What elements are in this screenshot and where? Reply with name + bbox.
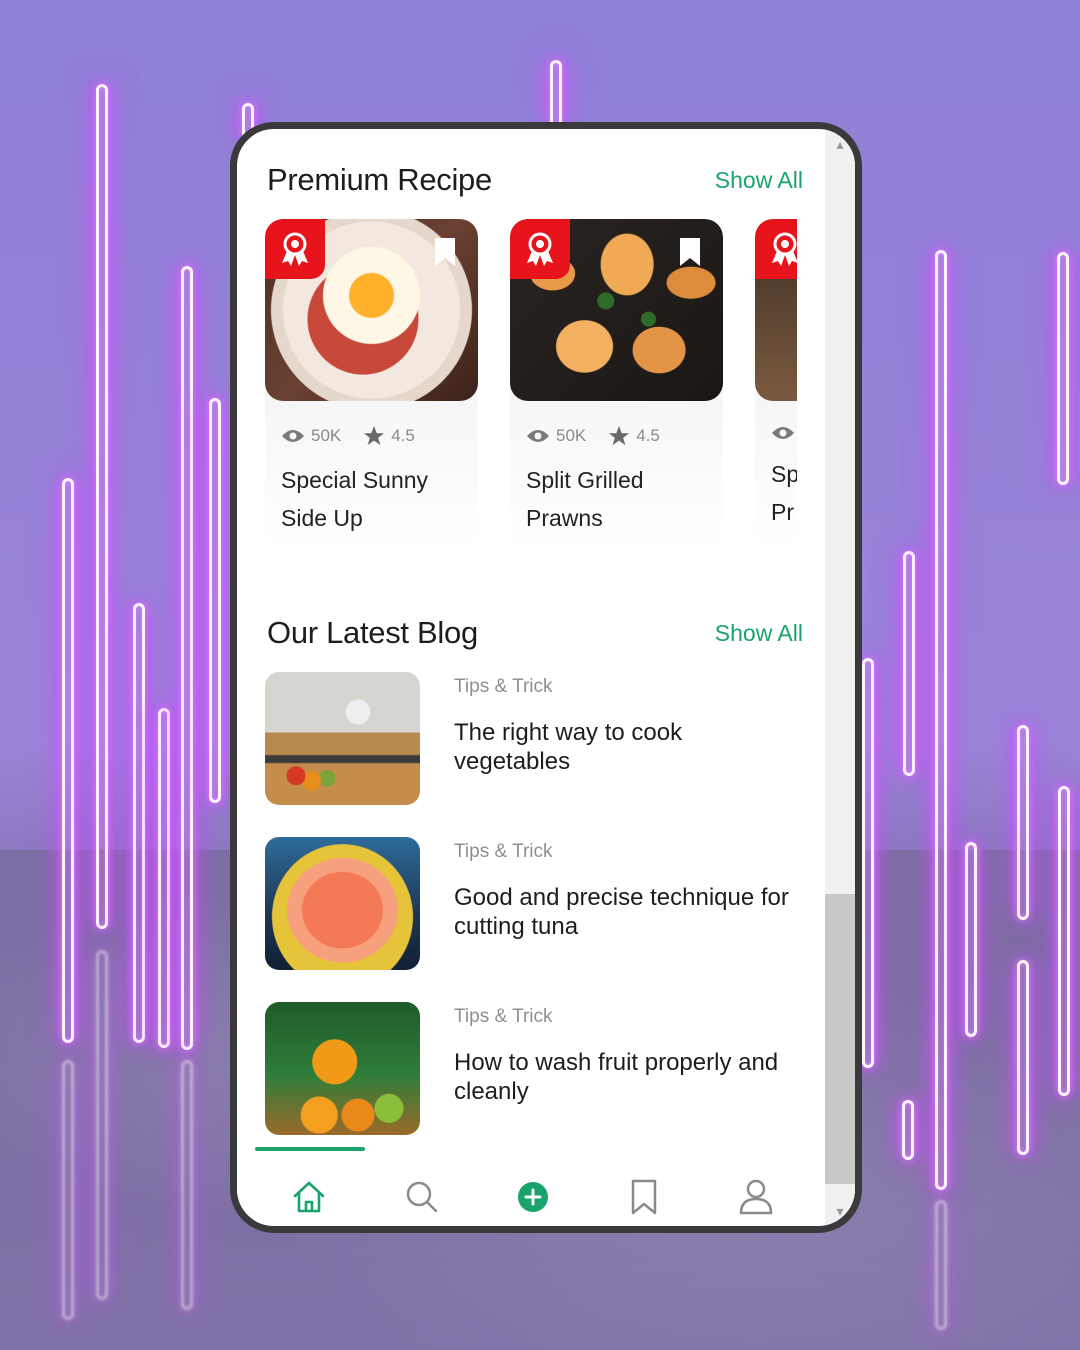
blog-show-all-link[interactable]: Show All	[715, 620, 803, 647]
active-tab-indicator	[255, 1147, 365, 1151]
section-title: Our Latest Blog	[267, 615, 478, 650]
views-stat: 50K	[281, 426, 341, 446]
blog-category: Tips & Trick	[454, 1006, 553, 1027]
recipe-image	[755, 219, 797, 401]
neon-reflection	[181, 1060, 193, 1310]
blog-title: Good and precise technique for cutting t…	[454, 884, 789, 940]
recipe-title-line: Sp	[771, 461, 797, 487]
scrollbar-thumb[interactable]	[825, 894, 855, 1184]
eye-icon	[282, 430, 304, 442]
recipe-card[interactable]: 50K 4.5 Split Grilled Prawns	[510, 219, 723, 549]
recipe-title: Split Grilled Prawns	[526, 461, 707, 537]
blog-header: Our Latest Blog Show All	[267, 615, 803, 651]
search-icon	[406, 1181, 438, 1213]
neon-tube	[550, 60, 562, 130]
rating-value: 4.5	[636, 426, 660, 445]
neon-tube	[1057, 252, 1069, 485]
premium-badge	[510, 219, 570, 279]
premium-badge	[755, 219, 797, 279]
blog-list-item[interactable]: Tips & Trick Good and precise technique …	[265, 837, 805, 972]
premium-recipe-carousel[interactable]: 50K 4.5 Special Sunny Side Up 50K 4.5 Sp…	[265, 219, 797, 559]
recipe-card[interactable]: Sp Pr	[755, 219, 797, 549]
neon-tube	[181, 266, 193, 1050]
rating-stat: 4.5	[608, 425, 660, 447]
star-icon	[609, 425, 630, 446]
home-icon	[293, 1181, 325, 1213]
add-icon	[518, 1182, 548, 1212]
blog-list-item[interactable]: Tips & Trick How to wash fruit properly …	[265, 1002, 805, 1137]
award-icon	[282, 232, 308, 266]
phone-frame: Premium Recipe Show All 50K 4.5 Special …	[230, 122, 862, 1233]
premium-header: Premium Recipe Show All	[267, 162, 803, 198]
scrollbar[interactable]: ▴ ▾	[825, 129, 855, 1226]
nav-add-button[interactable]	[513, 1177, 553, 1217]
neon-tube	[62, 478, 74, 1043]
bookmark-icon[interactable]	[434, 237, 456, 267]
award-icon	[527, 232, 553, 266]
neon-tube	[209, 398, 221, 803]
views-count: 50K	[556, 426, 587, 445]
recipe-card[interactable]: 50K 4.5 Special Sunny Side Up	[265, 219, 478, 549]
recipe-title-line: Split Grilled	[526, 467, 644, 493]
neon-reflection	[96, 950, 108, 1300]
blog-list-item[interactable]: Tips & Trick The right way to cook veget…	[265, 672, 805, 807]
recipe-stats: 50K 4.5	[526, 425, 723, 447]
recipe-title-line: Pr	[771, 499, 794, 525]
nav-bookmark-button[interactable]	[624, 1177, 664, 1217]
neon-tube	[862, 658, 874, 1068]
bookmark-icon	[631, 1179, 657, 1215]
neon-tube	[1017, 960, 1029, 1155]
neon-reflection	[62, 1060, 74, 1320]
neon-tube	[965, 842, 977, 1037]
award-icon	[772, 232, 797, 266]
scroll-up-arrow-icon[interactable]: ▴	[833, 137, 847, 151]
premium-badge	[265, 219, 325, 279]
neon-tube	[935, 250, 947, 1190]
rating-value: 4.5	[391, 426, 415, 445]
recipe-title: Sp Pr	[771, 455, 797, 531]
blog-category: Tips & Trick	[454, 841, 553, 862]
profile-icon	[739, 1179, 773, 1215]
eye-icon	[772, 427, 794, 439]
neon-tube	[1058, 786, 1070, 1096]
neon-tube	[133, 603, 145, 1043]
blog-thumbnail	[265, 1002, 420, 1135]
recipe-stats	[771, 425, 797, 441]
recipe-title: Special Sunny Side Up	[281, 461, 462, 537]
views-count: 50K	[311, 426, 342, 445]
recipe-title-line: Side Up	[281, 505, 363, 531]
nav-profile-button[interactable]	[736, 1177, 776, 1217]
premium-show-all-link[interactable]: Show All	[715, 167, 803, 194]
blog-thumbnail	[265, 837, 420, 970]
blog-text: Tips & Trick How to wash fruit properly …	[454, 1002, 799, 1137]
blog-title: The right way to cook vegetables	[454, 719, 683, 775]
neon-tube	[903, 551, 915, 776]
neon-tube	[158, 708, 170, 1048]
scroll-down-arrow-icon[interactable]: ▾	[833, 1204, 847, 1218]
blog-category: Tips & Trick	[454, 676, 553, 697]
bottom-navigation	[237, 1147, 827, 1226]
blog-text: Tips & Trick Good and precise technique …	[454, 837, 799, 972]
blog-thumbnail	[265, 672, 420, 805]
recipe-title-line: Prawns	[526, 505, 603, 531]
recipe-image	[265, 219, 478, 401]
recipe-stats: 50K 4.5	[281, 425, 478, 447]
section-title: Premium Recipe	[267, 162, 492, 197]
neon-reflection	[935, 1200, 947, 1330]
nav-home-button[interactable]	[289, 1177, 329, 1217]
blog-title: How to wash fruit properly and cleanly	[454, 1049, 779, 1105]
recipe-image	[510, 219, 723, 401]
nav-search-button[interactable]	[402, 1177, 442, 1217]
neon-tube	[96, 84, 108, 929]
star-icon	[364, 425, 385, 446]
recipe-title-line: Special Sunny	[281, 467, 429, 493]
bookmark-icon[interactable]	[679, 237, 701, 267]
neon-tube	[902, 1100, 914, 1160]
views-stat	[771, 425, 795, 441]
blog-text: Tips & Trick The right way to cook veget…	[454, 672, 799, 807]
rating-stat: 4.5	[363, 425, 415, 447]
views-stat: 50K	[526, 426, 586, 446]
eye-icon	[527, 430, 549, 442]
neon-tube	[1017, 725, 1029, 920]
